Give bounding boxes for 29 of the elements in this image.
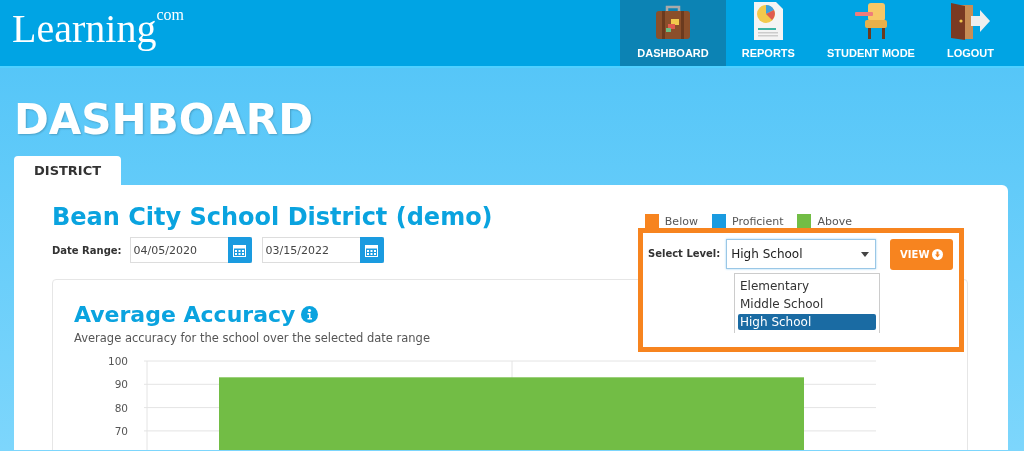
- y-tick-label: 80: [114, 401, 128, 414]
- select-level-label: Select Level:: [648, 248, 721, 259]
- y-tick-label: 70: [114, 424, 128, 437]
- page-title: DASHBOARD: [14, 94, 315, 146]
- level-dropdown[interactable]: High School: [726, 239, 877, 269]
- download-icon: [932, 249, 944, 260]
- y-tick-label: 100: [107, 355, 128, 367]
- y-tick-label: 90: [114, 378, 128, 391]
- logo: Learning$^{com}$: [11, 5, 184, 53]
- suitcase-icon: [653, 3, 693, 41]
- date-range-label: Date Range:: [52, 244, 122, 256]
- dropdown-option[interactable]: High School: [738, 314, 876, 330]
- legend-label: Below: [664, 214, 698, 228]
- dropdown-option[interactable]: Elementary: [738, 278, 876, 294]
- info-icon[interactable]: [301, 306, 319, 323]
- district-tab[interactable]: DISTRICT: [14, 156, 122, 185]
- chart-subtitle: Average accuracy for the school over the selected date range: [74, 331, 431, 345]
- district-name: Bean City School District (demo): [52, 203, 493, 231]
- legend-label: Proficient: [731, 214, 784, 228]
- calendar-icon[interactable]: [227, 237, 252, 263]
- start-date-field[interactable]: 04/05/2020: [129, 237, 252, 263]
- chart-title: Average Accuracy: [74, 302, 296, 327]
- report-icon: [751, 1, 786, 41]
- legend-label: Above: [817, 214, 852, 228]
- end-date-field[interactable]: 03/15/2022: [261, 237, 384, 263]
- nav-tab[interactable]: DASHBOARD: [620, 0, 726, 66]
- door-exit-icon: [949, 1, 992, 41]
- dropdown-option[interactable]: Middle School: [738, 296, 876, 312]
- calendar-icon[interactable]: [359, 237, 384, 263]
